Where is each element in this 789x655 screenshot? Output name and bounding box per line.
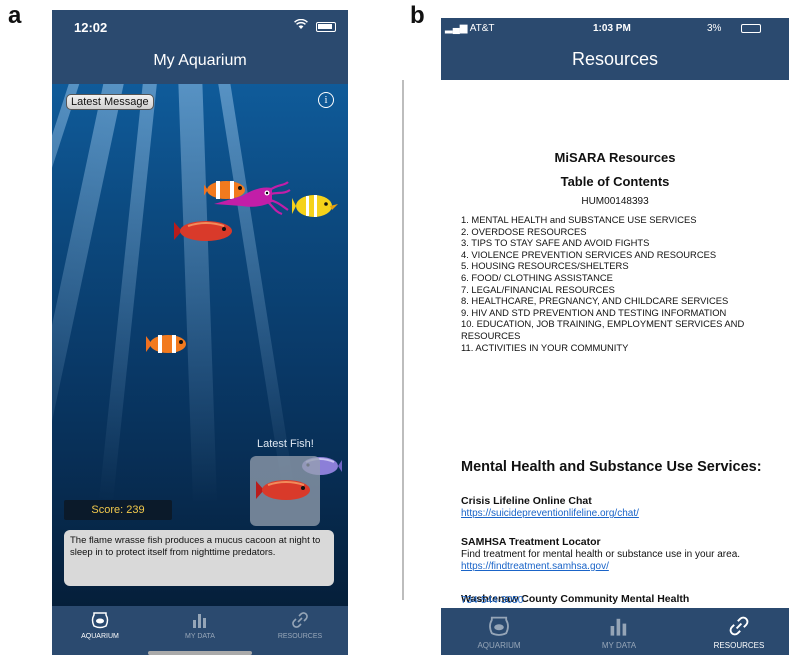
document-title: MiSARA Resources: [554, 150, 676, 165]
resource-description: Find treatment for mental health or subs…: [461, 549, 741, 560]
status-time: 12:02: [74, 20, 108, 35]
tab-aquarium[interactable]: AQUARIUM: [459, 614, 539, 650]
status-carrier: ▂▄▆ AT&T: [445, 23, 495, 34]
tab-bar: AQUARIUM MY DATA RESOURCES: [441, 608, 789, 655]
tab-bar: AQUARIUM MY DATA RESOURCES: [52, 606, 348, 655]
wifi-icon: [294, 18, 308, 33]
light-ray: [212, 84, 296, 500]
wrasse-icon: [256, 480, 310, 500]
aquarium-tank[interactable]: Latest Message i Latest Fish! Score: 239…: [52, 84, 348, 606]
battery-percent: 3%: [707, 23, 722, 34]
fish-fact-box: The flame wrasse fish produces a mucus c…: [64, 530, 334, 586]
toc-item[interactable]: 2. OVERDOSE RESOURCES: [461, 226, 787, 238]
light-ray: [177, 84, 218, 505]
info-icon[interactable]: i: [318, 92, 334, 108]
tab-label: RESOURCES: [713, 641, 765, 650]
toc-item[interactable]: 5. HOUSING RESOURCES/SHELTERS: [461, 260, 787, 272]
clownfish-icon[interactable]: [146, 332, 190, 356]
tab-label: MY DATA: [185, 633, 215, 640]
tab-label: AQUARIUM: [477, 641, 521, 650]
toc-item[interactable]: 6. FOOD/ CLOTHING ASSISTANCE: [461, 272, 787, 284]
tab-my-data[interactable]: MY DATA: [160, 610, 240, 640]
status-bar: ▂▄▆ AT&T 1:03 PM 3%: [441, 18, 789, 40]
bar-chart-icon: [193, 614, 206, 628]
resource-title: Crisis Lifeline Online Chat: [461, 495, 592, 507]
tab-label: RESOURCES: [277, 633, 323, 640]
resource-title: SAMHSA Treatment Locator: [461, 536, 601, 548]
tab-resources[interactable]: RESOURCES: [260, 610, 340, 640]
aquarium-screen: 12:02 My Aquarium Latest Message i Lates…: [52, 10, 348, 655]
toc-heading: Table of Contents: [560, 174, 670, 189]
latest-message-button[interactable]: Latest Message: [66, 94, 154, 110]
table-of-contents: 1. MENTAL HEALTH and SUBSTANCE USE SERVI…: [461, 214, 787, 353]
score-display: Score: 239: [64, 500, 172, 520]
resource-link[interactable]: https://findtreatment.samhsa.gov/: [461, 561, 609, 572]
toc-item[interactable]: 11. ACTIVITIES IN YOUR COMMUNITY: [461, 342, 787, 354]
battery-icon: [316, 22, 336, 32]
toc-item[interactable]: 10. EDUCATION, JOB TRAINING, EMPLOYMENT …: [461, 318, 787, 341]
battery-icon: [741, 24, 761, 33]
panel-label-a: a: [8, 2, 22, 29]
toc-item[interactable]: 3. TIPS TO STAY SAFE AND AVOID FIGHTS: [461, 237, 787, 249]
carrier-label: AT&T: [469, 23, 495, 34]
resource-phone-link[interactable]: 734-544-3050: [461, 595, 523, 606]
home-indicator[interactable]: [148, 651, 252, 655]
squid-icon[interactable]: [212, 180, 292, 216]
butterflyfish-icon[interactable]: [292, 192, 338, 220]
panel-divider: [402, 80, 404, 600]
wrasse-icon[interactable]: [174, 218, 236, 244]
page-title: Resources: [441, 40, 789, 80]
panel-label-b: b: [410, 2, 425, 29]
link-icon: [729, 616, 749, 636]
tab-label: MY DATA: [601, 641, 637, 650]
tab-label: AQUARIUM: [81, 633, 119, 640]
tab-aquarium[interactable]: AQUARIUM: [60, 610, 140, 640]
resources-content[interactable]: MiSARA Resources Table of Contents HUM00…: [441, 80, 789, 608]
toc-item[interactable]: 7. LEGAL/FINANCIAL RESOURCES: [461, 284, 787, 296]
resource-link[interactable]: https://suicidepreventionlifeline.org/ch…: [461, 508, 639, 519]
link-icon: [292, 612, 308, 628]
toc-item[interactable]: 9. HIV AND STD PREVENTION AND TESTING IN…: [461, 307, 787, 319]
resources-screen: ▂▄▆ AT&T 1:03 PM 3% Resources MiSARA Res…: [441, 18, 789, 655]
signal-icon: ▂▄▆: [445, 23, 470, 34]
toc-item[interactable]: 1. MENTAL HEALTH and SUBSTANCE USE SERVI…: [461, 214, 787, 226]
fishbowl-icon: [489, 616, 509, 636]
tab-my-data[interactable]: MY DATA: [579, 614, 659, 650]
latest-fish-label: Latest Fish!: [257, 438, 314, 450]
status-bar: 12:02: [52, 10, 348, 44]
toc-item[interactable]: 8. HEALTHCARE, PREGNANCY, AND CHILDCARE …: [461, 295, 787, 307]
section-heading: Mental Health and Substance Use Services…: [461, 459, 762, 475]
study-code: HUM00148393: [581, 196, 649, 207]
status-time: 1:03 PM: [593, 23, 631, 34]
bar-chart-icon: [610, 618, 627, 636]
toc-item[interactable]: 4. VIOLENCE PREVENTION SERVICES AND RESO…: [461, 249, 787, 261]
fishbowl-icon: [91, 612, 109, 629]
tab-resources[interactable]: RESOURCES: [699, 614, 779, 650]
latest-fish-card[interactable]: [250, 456, 320, 526]
page-title: My Aquarium: [52, 44, 348, 88]
